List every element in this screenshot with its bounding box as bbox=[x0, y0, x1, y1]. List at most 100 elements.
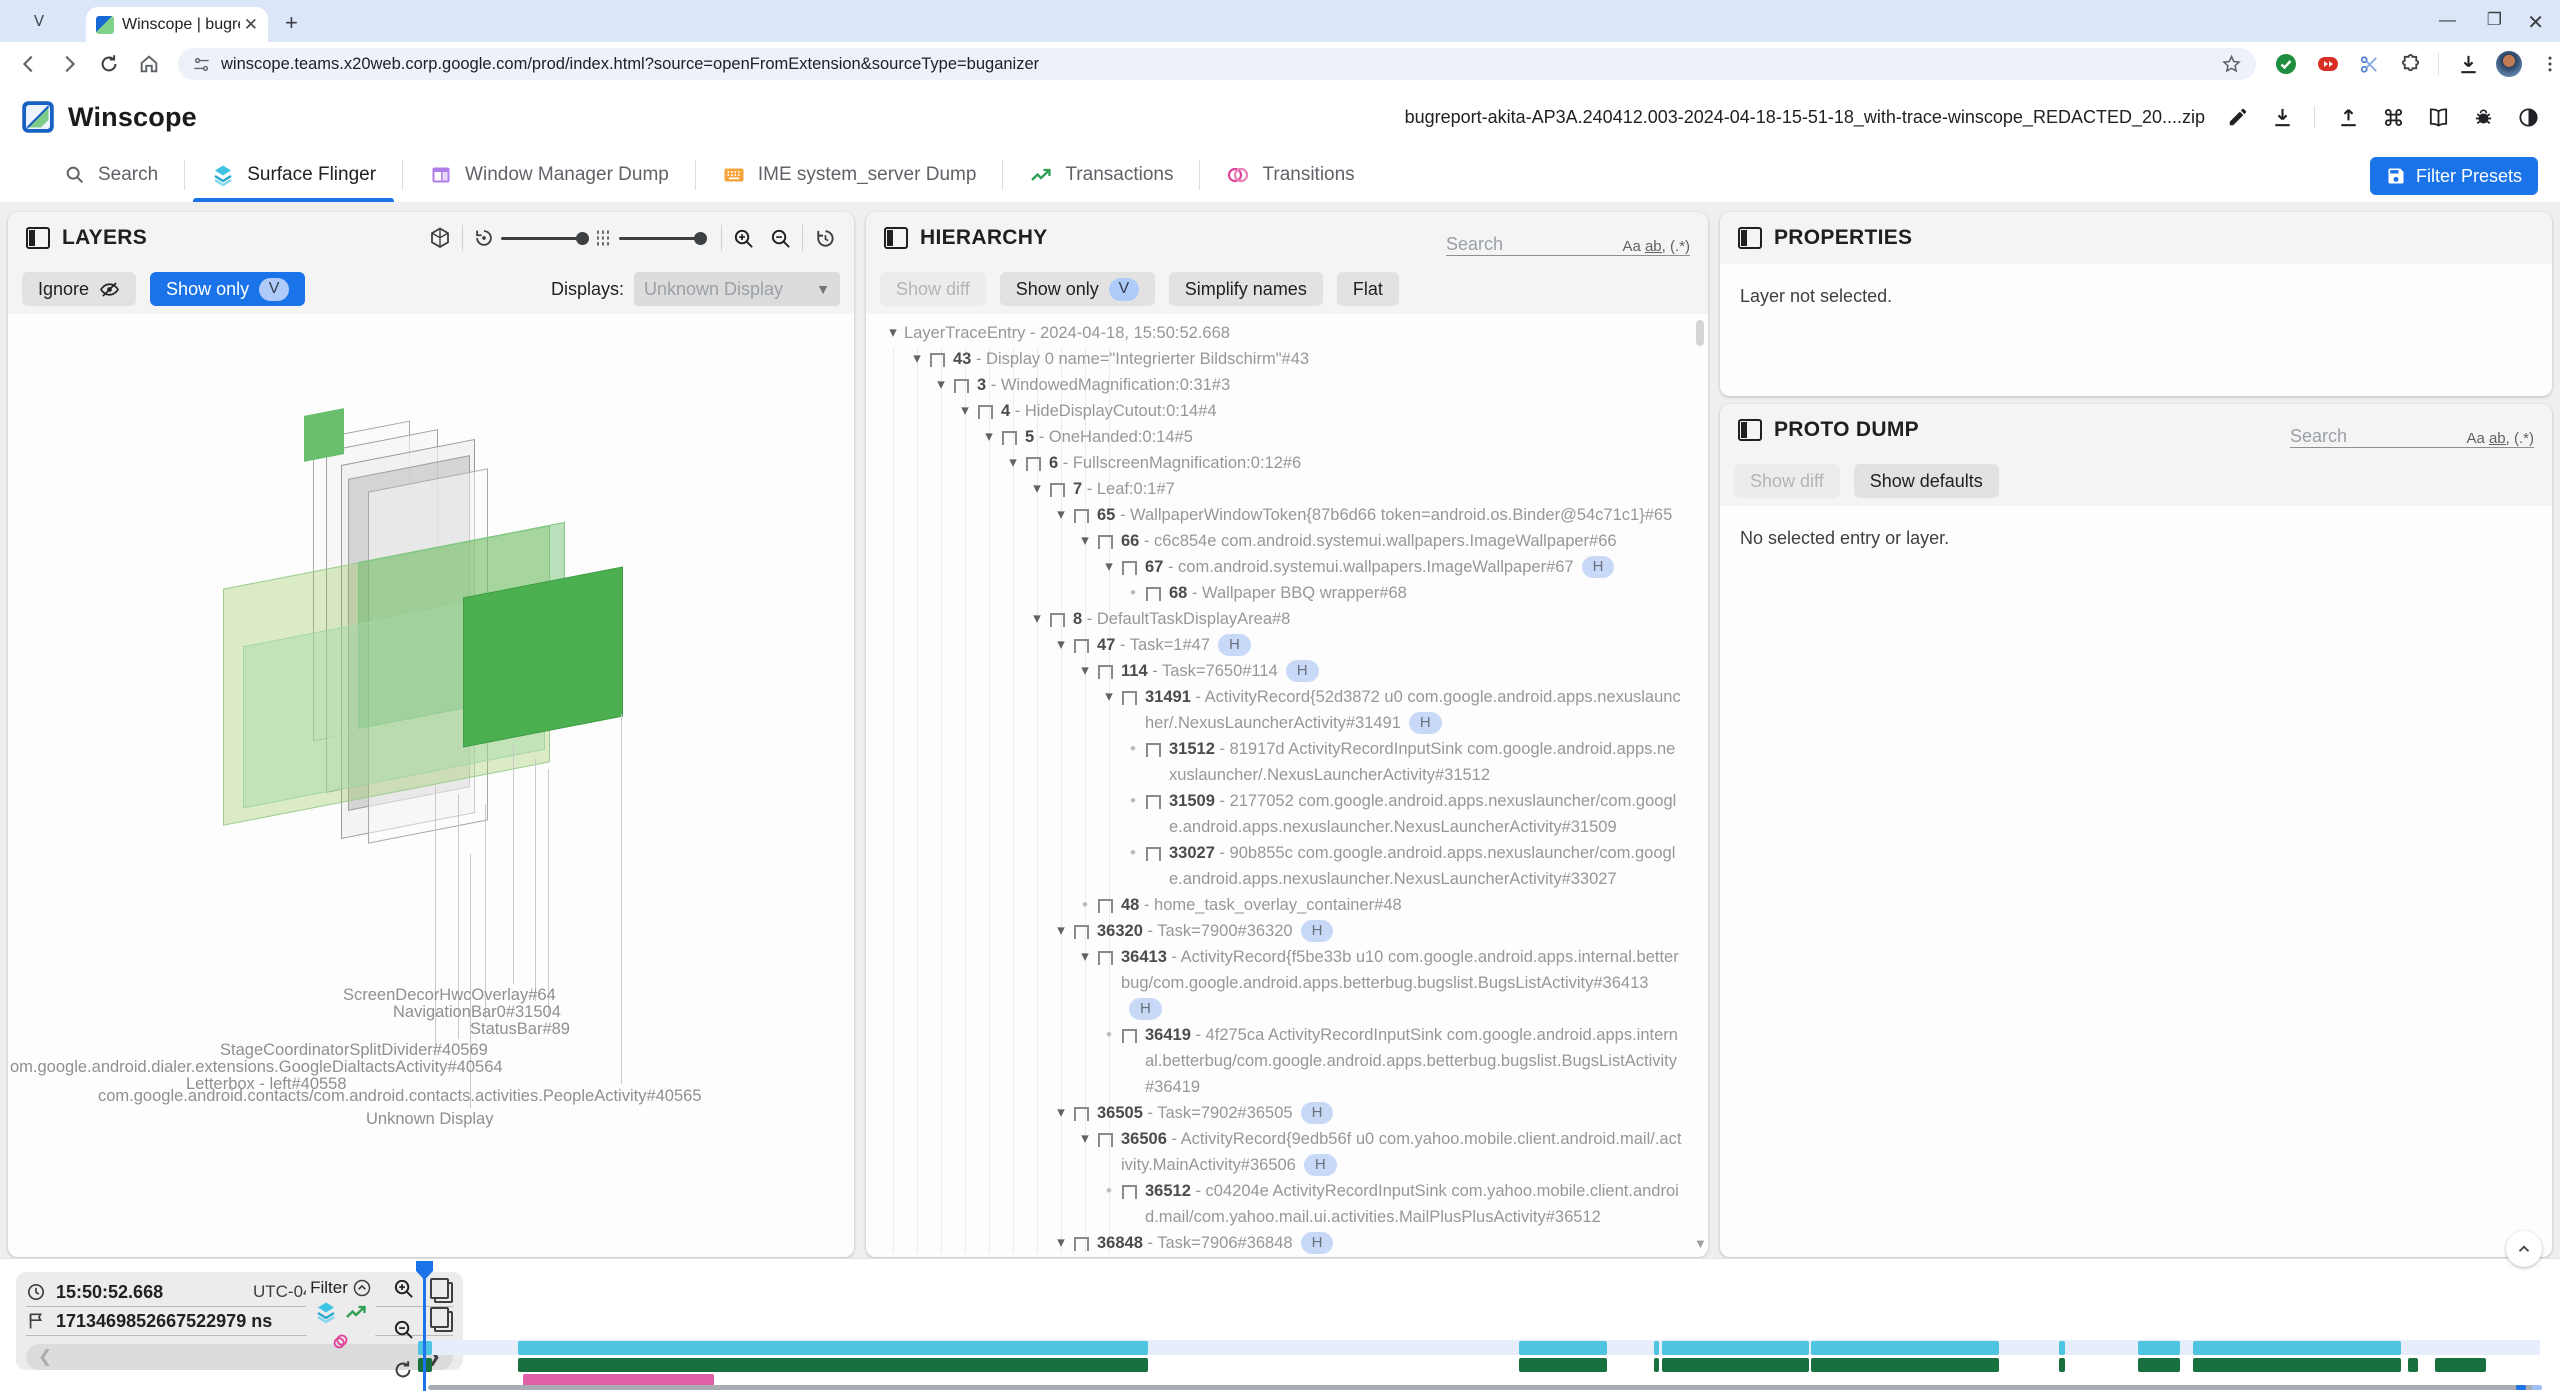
collapse-node-icon[interactable]: ▾ bbox=[1098, 554, 1120, 580]
collapse-node-icon[interactable]: ▾ bbox=[954, 398, 976, 424]
forward-icon[interactable] bbox=[58, 53, 80, 75]
hierarchy-row[interactable]: ▾3 - WindowedMagnification:0:31#3 bbox=[866, 372, 1708, 398]
transactions-track-segment[interactable] bbox=[2435, 1358, 2486, 1372]
panel-dock-icon[interactable] bbox=[26, 227, 50, 249]
surface-flinger-track-segment[interactable] bbox=[1662, 1341, 1809, 1355]
docs-icon[interactable] bbox=[2427, 106, 2450, 129]
surface-flinger-track-segment[interactable] bbox=[2193, 1341, 2401, 1355]
restore-icon[interactable]: ❐ bbox=[2487, 10, 2502, 30]
collapse-node-icon[interactable]: ▾ bbox=[1050, 502, 1072, 528]
hierarchy-row[interactable]: •33027 - 90b855c com.google.android.apps… bbox=[866, 840, 1708, 892]
timeline-scrollbar[interactable] bbox=[428, 1385, 2540, 1390]
panel-dock-icon[interactable] bbox=[1738, 227, 1762, 249]
panel-dock-icon[interactable] bbox=[884, 227, 908, 249]
surface-flinger-track-segment[interactable] bbox=[1654, 1341, 1659, 1355]
hierarchy-row[interactable]: ▾66 - c6c854e com.android.systemui.wallp… bbox=[866, 528, 1708, 554]
collapse-node-icon[interactable]: ▾ bbox=[1074, 944, 1096, 970]
tab-search-caret-icon[interactable]: ᐯ bbox=[26, 8, 52, 34]
hierarchy-row[interactable]: ▾43 - Display 0 name="Integrierter Bilds… bbox=[866, 346, 1708, 372]
rotation-slider[interactable] bbox=[501, 237, 587, 240]
show-defaults-button[interactable]: Show defaults bbox=[1854, 464, 1999, 498]
filter-presets-button[interactable]: Filter Presets bbox=[2370, 157, 2538, 195]
collapse-filter-icon[interactable] bbox=[352, 1278, 372, 1298]
surface-flinger-track-segment[interactable] bbox=[518, 1341, 1148, 1355]
trace-tab-surface-flinger[interactable]: Surface Flinger bbox=[185, 148, 402, 202]
hierarchy-search-input[interactable]: Search Aa ab, (.*) bbox=[1446, 221, 1690, 256]
transactions-track-segment[interactable] bbox=[1662, 1358, 1809, 1372]
transactions-track-segment[interactable] bbox=[2138, 1358, 2180, 1372]
regex-icon[interactable]: (.*) bbox=[1670, 238, 1690, 255]
layers-3d-canvas[interactable]: ScreenDecorHwcOverlay#64NavigationBar0#3… bbox=[8, 314, 854, 1257]
scrollbar-thumb-secondary[interactable] bbox=[2532, 1385, 2542, 1390]
zoom-in-icon[interactable] bbox=[392, 1277, 415, 1300]
surface-flinger-track-segment[interactable] bbox=[1811, 1341, 1999, 1355]
nanoseconds-field[interactable]: 1713469852667522979 ns bbox=[26, 1307, 453, 1336]
collapse-node-icon[interactable]: ▾ bbox=[1074, 658, 1096, 684]
hierarchy-row[interactable]: ▾36413 - ActivityRecord{f5be33b u10 com.… bbox=[866, 944, 1708, 1022]
trace-tab-search[interactable]: Search bbox=[38, 148, 184, 202]
transactions-track-segment[interactable] bbox=[1654, 1358, 1659, 1372]
regex-icon[interactable]: (.*) bbox=[2514, 430, 2534, 447]
hierarchy-row[interactable]: •48 - home_task_overlay_container#48 bbox=[866, 892, 1708, 918]
collapse-node-icon[interactable]: ▾ bbox=[1026, 476, 1048, 502]
collapse-node-icon[interactable]: ▾ bbox=[882, 320, 904, 346]
collapse-node-icon[interactable]: ▾ bbox=[978, 424, 1000, 450]
kebab-menu-icon[interactable] bbox=[2540, 54, 2560, 74]
tab-close-icon[interactable]: ✕ bbox=[244, 15, 258, 35]
trace-tab-ime-system-server-dump[interactable]: IME system_server Dump bbox=[696, 148, 1003, 202]
hierarchy-row[interactable]: •36419 - 4f275ca ActivityRecordInputSink… bbox=[866, 1022, 1708, 1100]
hierarchy-row[interactable]: ▾36320 - Task=7900#36320H bbox=[866, 918, 1708, 944]
reset-zoom-icon[interactable] bbox=[392, 1359, 415, 1381]
ignore-button[interactable]: Ignore bbox=[22, 272, 136, 306]
transactions-track-segment[interactable] bbox=[2059, 1358, 2065, 1372]
transactions-track-segment[interactable] bbox=[1519, 1358, 1607, 1372]
surface-flinger-filter-icon[interactable] bbox=[314, 1300, 338, 1324]
url-bar[interactable]: winscope.teams.x20web.corp.google.com/pr… bbox=[178, 48, 2256, 80]
hierarchy-row[interactable]: ▾6 - FullscreenMagnification:0:12#6 bbox=[866, 450, 1708, 476]
edit-icon[interactable] bbox=[2227, 106, 2249, 128]
panel-dock-icon[interactable] bbox=[1738, 419, 1762, 441]
hierarchy-row[interactable]: ▾8 - DefaultTaskDisplayArea#8 bbox=[866, 606, 1708, 632]
collapse-node-icon[interactable]: ▾ bbox=[1074, 528, 1096, 554]
hierarchy-row[interactable]: ▾7 - Leaf:0:1#7 bbox=[866, 476, 1708, 502]
hierarchy-row[interactable]: ▾47 - Task=1#47H bbox=[866, 632, 1708, 658]
profile-avatar[interactable] bbox=[2496, 51, 2522, 77]
zoom-out-icon[interactable] bbox=[769, 227, 792, 250]
collapse-node-icon[interactable]: ▾ bbox=[1074, 1126, 1096, 1152]
hierarchy-scrollbar[interactable]: ▼ bbox=[1694, 316, 1706, 1251]
match-case-icon[interactable]: Aa bbox=[2466, 430, 2484, 447]
match-case-icon[interactable]: Aa bbox=[1622, 238, 1640, 255]
hierarchy-row[interactable]: ▾31491 - ActivityRecord{52d3872 u0 com.g… bbox=[866, 684, 1708, 736]
collapse-node-icon[interactable]: ▾ bbox=[1002, 450, 1024, 476]
layer-rect[interactable] bbox=[463, 566, 623, 747]
match-word-icon[interactable]: ab, bbox=[2489, 430, 2510, 447]
proto-dump-search-input[interactable]: Search Aa ab, (.*) bbox=[2290, 413, 2534, 448]
close-icon[interactable]: ✕ bbox=[2527, 10, 2544, 35]
puzzle-extensions-icon[interactable] bbox=[2399, 53, 2422, 76]
hierarchy-row[interactable]: ▾114 - Task=7650#114H bbox=[866, 658, 1708, 684]
collapse-node-icon[interactable]: ▾ bbox=[1050, 632, 1072, 658]
scissors-extension-icon[interactable] bbox=[2358, 53, 2381, 76]
displays-select[interactable]: Unknown Display ▼ bbox=[634, 272, 840, 306]
transactions-filter-icon[interactable] bbox=[344, 1300, 368, 1324]
shortcuts-icon[interactable] bbox=[2382, 106, 2405, 129]
hierarchy-row[interactable]: •31512 - 81917d ActivityRecordInputSink … bbox=[866, 736, 1708, 788]
bookmark-star-icon[interactable] bbox=[2221, 54, 2242, 75]
hierarchy-row[interactable]: ▾LayerTraceEntry - 2024-04-18, 15:50:52.… bbox=[866, 320, 1708, 346]
browser-tab[interactable]: Winscope | bugreport-ak ✕ bbox=[86, 7, 268, 42]
transactions-track-segment[interactable] bbox=[2408, 1358, 2418, 1372]
transactions-track-segment[interactable] bbox=[2193, 1358, 2401, 1372]
scrollbar-thumb[interactable] bbox=[2516, 1385, 2526, 1390]
show-only-v-button[interactable]: Show only V bbox=[1000, 272, 1155, 306]
minimize-icon[interactable]: — bbox=[2439, 10, 2456, 30]
download-icon[interactable] bbox=[2271, 106, 2294, 129]
green-check-extension-icon[interactable] bbox=[2274, 52, 2298, 76]
collapse-node-icon[interactable]: ▾ bbox=[930, 372, 952, 398]
simplify-names-button[interactable]: Simplify names bbox=[1169, 272, 1323, 306]
transitions-filter-icon[interactable] bbox=[330, 1330, 352, 1352]
back-icon[interactable] bbox=[18, 53, 40, 75]
scroll-down-icon[interactable]: ▼ bbox=[1694, 1236, 1707, 1251]
layer-rect[interactable] bbox=[304, 408, 344, 462]
match-word-icon[interactable]: ab, bbox=[1645, 238, 1666, 255]
zoom-in-icon[interactable] bbox=[732, 227, 755, 250]
